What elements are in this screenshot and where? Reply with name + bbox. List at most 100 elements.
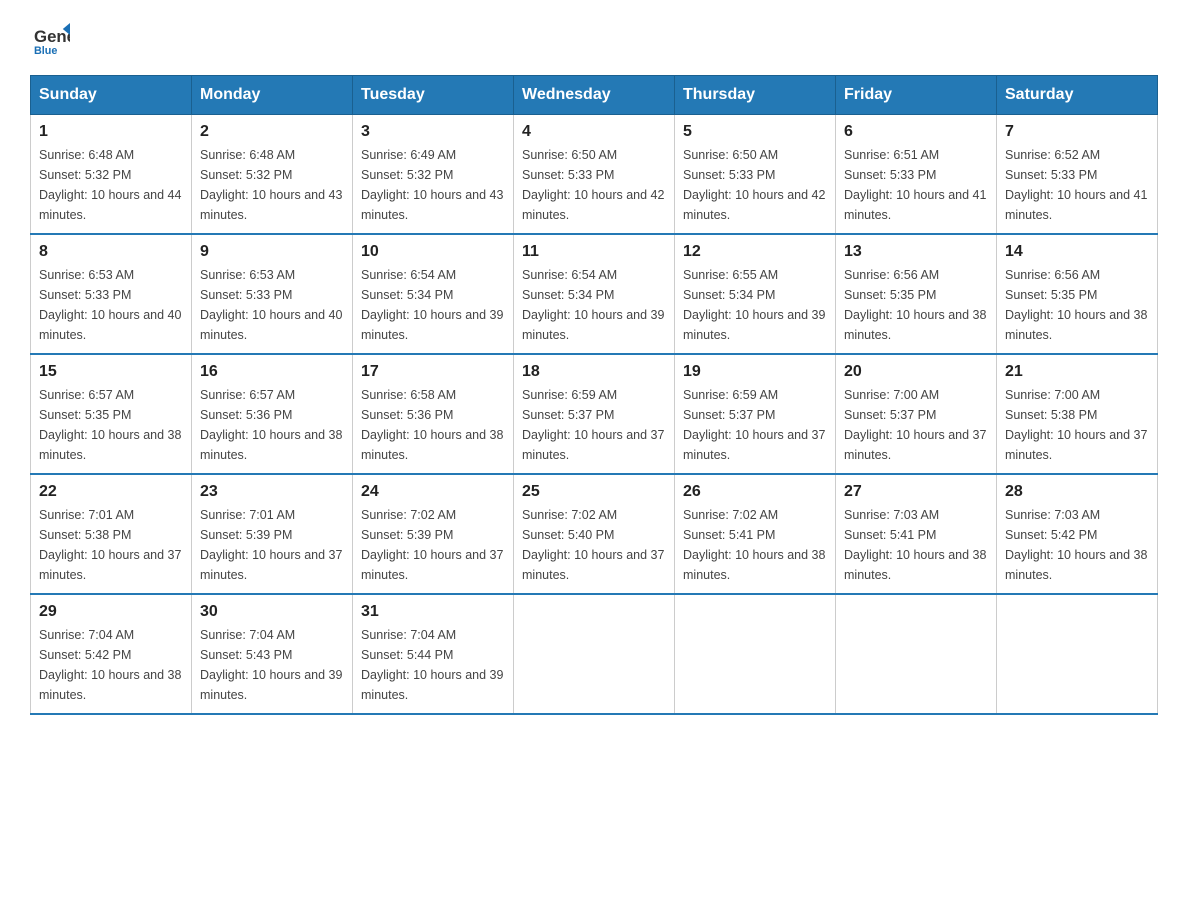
day-info: Sunrise: 6:51 AM Sunset: 5:33 PM Dayligh… bbox=[844, 145, 988, 225]
day-number: 11 bbox=[522, 243, 666, 261]
day-number: 26 bbox=[683, 483, 827, 501]
calendar-week-3: 15 Sunrise: 6:57 AM Sunset: 5:35 PM Dayl… bbox=[31, 354, 1158, 474]
day-info: Sunrise: 6:57 AM Sunset: 5:35 PM Dayligh… bbox=[39, 385, 183, 465]
day-info: Sunrise: 7:02 AM Sunset: 5:40 PM Dayligh… bbox=[522, 505, 666, 585]
day-number: 17 bbox=[361, 363, 505, 381]
day-number: 29 bbox=[39, 603, 183, 621]
calendar-week-2: 8 Sunrise: 6:53 AM Sunset: 5:33 PM Dayli… bbox=[31, 234, 1158, 354]
logo-icon: General Blue bbox=[34, 20, 70, 56]
day-info: Sunrise: 7:00 AM Sunset: 5:37 PM Dayligh… bbox=[844, 385, 988, 465]
day-info: Sunrise: 6:48 AM Sunset: 5:32 PM Dayligh… bbox=[200, 145, 344, 225]
day-number: 28 bbox=[1005, 483, 1149, 501]
day-info: Sunrise: 6:52 AM Sunset: 5:33 PM Dayligh… bbox=[1005, 145, 1149, 225]
day-number: 20 bbox=[844, 363, 988, 381]
calendar-cell: 23 Sunrise: 7:01 AM Sunset: 5:39 PM Dayl… bbox=[192, 474, 353, 594]
day-number: 6 bbox=[844, 123, 988, 141]
calendar-cell: 27 Sunrise: 7:03 AM Sunset: 5:41 PM Dayl… bbox=[836, 474, 997, 594]
calendar-cell: 9 Sunrise: 6:53 AM Sunset: 5:33 PM Dayli… bbox=[192, 234, 353, 354]
calendar-cell: 18 Sunrise: 6:59 AM Sunset: 5:37 PM Dayl… bbox=[514, 354, 675, 474]
day-number: 23 bbox=[200, 483, 344, 501]
day-number: 1 bbox=[39, 123, 183, 141]
page-header: General Blue bbox=[30, 20, 1158, 65]
day-number: 2 bbox=[200, 123, 344, 141]
day-info: Sunrise: 7:04 AM Sunset: 5:42 PM Dayligh… bbox=[39, 625, 183, 705]
calendar-cell: 1 Sunrise: 6:48 AM Sunset: 5:32 PM Dayli… bbox=[31, 115, 192, 235]
calendar-cell: 15 Sunrise: 6:57 AM Sunset: 5:35 PM Dayl… bbox=[31, 354, 192, 474]
day-number: 25 bbox=[522, 483, 666, 501]
day-info: Sunrise: 6:48 AM Sunset: 5:32 PM Dayligh… bbox=[39, 145, 183, 225]
day-info: Sunrise: 6:53 AM Sunset: 5:33 PM Dayligh… bbox=[39, 265, 183, 345]
calendar-cell: 31 Sunrise: 7:04 AM Sunset: 5:44 PM Dayl… bbox=[353, 594, 514, 714]
calendar-cell: 10 Sunrise: 6:54 AM Sunset: 5:34 PM Dayl… bbox=[353, 234, 514, 354]
calendar-cell: 30 Sunrise: 7:04 AM Sunset: 5:43 PM Dayl… bbox=[192, 594, 353, 714]
day-info: Sunrise: 6:58 AM Sunset: 5:36 PM Dayligh… bbox=[361, 385, 505, 465]
calendar-cell: 17 Sunrise: 6:58 AM Sunset: 5:36 PM Dayl… bbox=[353, 354, 514, 474]
day-info: Sunrise: 6:54 AM Sunset: 5:34 PM Dayligh… bbox=[522, 265, 666, 345]
day-number: 9 bbox=[200, 243, 344, 261]
day-number: 16 bbox=[200, 363, 344, 381]
day-number: 31 bbox=[361, 603, 505, 621]
day-info: Sunrise: 6:50 AM Sunset: 5:33 PM Dayligh… bbox=[522, 145, 666, 225]
day-number: 14 bbox=[1005, 243, 1149, 261]
day-info: Sunrise: 6:56 AM Sunset: 5:35 PM Dayligh… bbox=[1005, 265, 1149, 345]
day-info: Sunrise: 6:55 AM Sunset: 5:34 PM Dayligh… bbox=[683, 265, 827, 345]
day-number: 22 bbox=[39, 483, 183, 501]
header-saturday: Saturday bbox=[997, 76, 1158, 115]
day-number: 19 bbox=[683, 363, 827, 381]
calendar-cell: 5 Sunrise: 6:50 AM Sunset: 5:33 PM Dayli… bbox=[675, 115, 836, 235]
day-number: 8 bbox=[39, 243, 183, 261]
calendar-cell: 19 Sunrise: 6:59 AM Sunset: 5:37 PM Dayl… bbox=[675, 354, 836, 474]
calendar-cell: 29 Sunrise: 7:04 AM Sunset: 5:42 PM Dayl… bbox=[31, 594, 192, 714]
calendar-cell: 2 Sunrise: 6:48 AM Sunset: 5:32 PM Dayli… bbox=[192, 115, 353, 235]
header-tuesday: Tuesday bbox=[353, 76, 514, 115]
calendar-cell: 3 Sunrise: 6:49 AM Sunset: 5:32 PM Dayli… bbox=[353, 115, 514, 235]
day-info: Sunrise: 7:02 AM Sunset: 5:39 PM Dayligh… bbox=[361, 505, 505, 585]
calendar-cell bbox=[675, 594, 836, 714]
calendar-cell: 8 Sunrise: 6:53 AM Sunset: 5:33 PM Dayli… bbox=[31, 234, 192, 354]
header-friday: Friday bbox=[836, 76, 997, 115]
header-wednesday: Wednesday bbox=[514, 76, 675, 115]
day-info: Sunrise: 6:57 AM Sunset: 5:36 PM Dayligh… bbox=[200, 385, 344, 465]
calendar-cell: 21 Sunrise: 7:00 AM Sunset: 5:38 PM Dayl… bbox=[997, 354, 1158, 474]
day-number: 21 bbox=[1005, 363, 1149, 381]
day-number: 24 bbox=[361, 483, 505, 501]
calendar-cell: 22 Sunrise: 7:01 AM Sunset: 5:38 PM Dayl… bbox=[31, 474, 192, 594]
calendar-cell bbox=[836, 594, 997, 714]
svg-text:Blue: Blue bbox=[34, 45, 57, 56]
day-info: Sunrise: 6:59 AM Sunset: 5:37 PM Dayligh… bbox=[683, 385, 827, 465]
calendar-cell: 28 Sunrise: 7:03 AM Sunset: 5:42 PM Dayl… bbox=[997, 474, 1158, 594]
calendar-table: SundayMondayTuesdayWednesdayThursdayFrid… bbox=[30, 75, 1158, 715]
calendar-week-5: 29 Sunrise: 7:04 AM Sunset: 5:42 PM Dayl… bbox=[31, 594, 1158, 714]
calendar-header-row: SundayMondayTuesdayWednesdayThursdayFrid… bbox=[31, 76, 1158, 115]
day-number: 7 bbox=[1005, 123, 1149, 141]
day-number: 4 bbox=[522, 123, 666, 141]
day-number: 13 bbox=[844, 243, 988, 261]
header-sunday: Sunday bbox=[31, 76, 192, 115]
day-info: Sunrise: 7:00 AM Sunset: 5:38 PM Dayligh… bbox=[1005, 385, 1149, 465]
calendar-cell: 6 Sunrise: 6:51 AM Sunset: 5:33 PM Dayli… bbox=[836, 115, 997, 235]
day-info: Sunrise: 7:01 AM Sunset: 5:39 PM Dayligh… bbox=[200, 505, 344, 585]
day-number: 27 bbox=[844, 483, 988, 501]
calendar-cell: 26 Sunrise: 7:02 AM Sunset: 5:41 PM Dayl… bbox=[675, 474, 836, 594]
day-info: Sunrise: 7:03 AM Sunset: 5:42 PM Dayligh… bbox=[1005, 505, 1149, 585]
day-number: 3 bbox=[361, 123, 505, 141]
calendar-week-4: 22 Sunrise: 7:01 AM Sunset: 5:38 PM Dayl… bbox=[31, 474, 1158, 594]
calendar-cell: 24 Sunrise: 7:02 AM Sunset: 5:39 PM Dayl… bbox=[353, 474, 514, 594]
calendar-cell: 11 Sunrise: 6:54 AM Sunset: 5:34 PM Dayl… bbox=[514, 234, 675, 354]
calendar-cell: 7 Sunrise: 6:52 AM Sunset: 5:33 PM Dayli… bbox=[997, 115, 1158, 235]
day-info: Sunrise: 6:54 AM Sunset: 5:34 PM Dayligh… bbox=[361, 265, 505, 345]
day-info: Sunrise: 7:04 AM Sunset: 5:43 PM Dayligh… bbox=[200, 625, 344, 705]
header-monday: Monday bbox=[192, 76, 353, 115]
calendar-cell: 14 Sunrise: 6:56 AM Sunset: 5:35 PM Dayl… bbox=[997, 234, 1158, 354]
day-number: 30 bbox=[200, 603, 344, 621]
day-number: 15 bbox=[39, 363, 183, 381]
day-info: Sunrise: 7:03 AM Sunset: 5:41 PM Dayligh… bbox=[844, 505, 988, 585]
day-info: Sunrise: 6:56 AM Sunset: 5:35 PM Dayligh… bbox=[844, 265, 988, 345]
calendar-cell: 4 Sunrise: 6:50 AM Sunset: 5:33 PM Dayli… bbox=[514, 115, 675, 235]
calendar-cell: 16 Sunrise: 6:57 AM Sunset: 5:36 PM Dayl… bbox=[192, 354, 353, 474]
calendar-cell: 20 Sunrise: 7:00 AM Sunset: 5:37 PM Dayl… bbox=[836, 354, 997, 474]
day-info: Sunrise: 6:49 AM Sunset: 5:32 PM Dayligh… bbox=[361, 145, 505, 225]
day-info: Sunrise: 7:01 AM Sunset: 5:38 PM Dayligh… bbox=[39, 505, 183, 585]
calendar-cell: 12 Sunrise: 6:55 AM Sunset: 5:34 PM Dayl… bbox=[675, 234, 836, 354]
header-thursday: Thursday bbox=[675, 76, 836, 115]
